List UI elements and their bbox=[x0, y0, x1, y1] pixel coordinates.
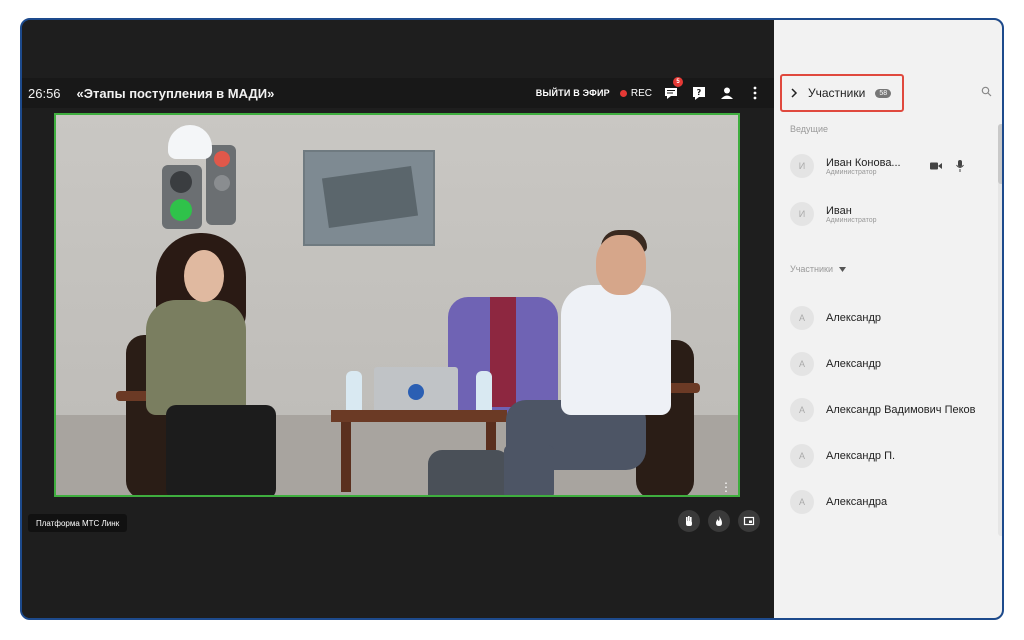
participant-item[interactable]: А Александр bbox=[790, 352, 990, 376]
more-vertical-icon[interactable] bbox=[746, 84, 764, 102]
host-name: Иван bbox=[826, 204, 852, 217]
chevron-right-icon[interactable] bbox=[790, 88, 798, 98]
scrollbar-thumb[interactable] bbox=[998, 124, 1002, 184]
participants-section-toggle[interactable]: Участники bbox=[790, 264, 846, 274]
speaker-video: ⋮ bbox=[54, 113, 740, 497]
table-leg-left bbox=[341, 422, 351, 492]
mannequin-suit bbox=[448, 285, 558, 417]
question-icon[interactable]: ? bbox=[690, 84, 708, 102]
host-role: Администратор bbox=[826, 216, 877, 224]
participant-item[interactable]: А Александр bbox=[790, 306, 990, 330]
video-more-icon[interactable]: ⋮ bbox=[720, 481, 732, 493]
avatar: А bbox=[790, 490, 814, 514]
guest-body bbox=[146, 300, 246, 415]
participants-count: 58 bbox=[875, 88, 892, 98]
chat-badge: 5 bbox=[673, 77, 683, 87]
avatar: А bbox=[790, 444, 814, 468]
search-icon[interactable] bbox=[981, 84, 992, 102]
rec-label: REC bbox=[630, 87, 652, 99]
raise-hand-icon[interactable] bbox=[678, 510, 700, 532]
host-role: Администратор bbox=[826, 168, 877, 176]
avatar: И bbox=[790, 202, 814, 226]
guest-legs bbox=[166, 405, 276, 495]
svg-text:?: ? bbox=[697, 88, 702, 97]
wall-painting bbox=[303, 150, 435, 246]
participant-item[interactable]: А Александр П. bbox=[790, 444, 990, 468]
participants-scrollbar[interactable] bbox=[998, 124, 1002, 536]
avatar: А bbox=[790, 306, 814, 330]
video-area: 26:56 «Этапы поступления в МАДИ» ВЫЙТИ В… bbox=[22, 20, 774, 618]
topbar-actions: ВЫЙТИ В ЭФИР REC 5 ? bbox=[536, 77, 764, 108]
participant-name: Александр bbox=[826, 358, 882, 370]
rec-dot-icon bbox=[619, 89, 627, 97]
avatar: И bbox=[790, 154, 814, 178]
host-item[interactable]: И Иван Администратор bbox=[790, 202, 990, 226]
host-media-icons bbox=[930, 160, 964, 172]
participants-header[interactable]: Участники 58 bbox=[780, 74, 904, 112]
participant-item[interactable]: А Александра bbox=[790, 490, 990, 514]
host-info: Иван Администратор bbox=[814, 205, 877, 224]
participant-name: Александра bbox=[826, 496, 888, 508]
participant-item[interactable]: А Александр Вадимович Пеков bbox=[790, 398, 990, 422]
rec-indicator[interactable]: REC bbox=[619, 87, 652, 99]
host-item[interactable]: И Иван Конова... Администратор bbox=[790, 154, 990, 178]
fire-icon[interactable] bbox=[708, 510, 730, 532]
platform-tag: Платформа МТС Линк bbox=[28, 514, 128, 532]
camera-icon[interactable] bbox=[930, 162, 942, 170]
app-window: 26:56 «Этапы поступления в МАДИ» ВЫЙТИ В… bbox=[20, 18, 1004, 620]
traffic-light-prop bbox=[156, 125, 236, 235]
hosts-section-label: Ведущие bbox=[790, 124, 828, 134]
table-top bbox=[331, 410, 507, 422]
host-name: Иван Конова... bbox=[826, 156, 901, 169]
timer: 26:56 bbox=[28, 85, 61, 101]
participants-title: Участники bbox=[808, 86, 866, 100]
backpack bbox=[428, 450, 510, 495]
person-icon[interactable] bbox=[718, 84, 736, 102]
participant-name: Александр П. bbox=[826, 450, 896, 462]
webinar-topbar: 26:56 «Этапы поступления в МАДИ» ВЫЙТИ В… bbox=[22, 77, 774, 108]
host-info: Иван Конова... Администратор bbox=[814, 157, 901, 176]
guest-face bbox=[184, 250, 224, 302]
chat-icon[interactable]: 5 bbox=[662, 77, 683, 102]
participants-panel: Участники 58 Ведущие И Иван Конова... Ад… bbox=[774, 20, 1002, 618]
avatar: А bbox=[790, 352, 814, 376]
reaction-controls bbox=[678, 510, 760, 532]
host-head bbox=[596, 235, 646, 295]
go-live-button[interactable]: ВЫЙТИ В ЭФИР bbox=[536, 88, 610, 98]
host-body bbox=[561, 285, 671, 415]
screen-icon[interactable] bbox=[738, 510, 760, 532]
participant-name: Александр bbox=[826, 312, 882, 324]
microphone-icon[interactable] bbox=[956, 160, 964, 172]
participant-name: Александр Вадимович Пеков bbox=[826, 404, 976, 416]
event-title: «Этапы поступления в МАДИ» bbox=[76, 85, 275, 101]
participants-section-label: Участники bbox=[790, 264, 833, 274]
caret-down-icon bbox=[839, 266, 846, 272]
avatar: А bbox=[790, 398, 814, 422]
host-lower-leg bbox=[504, 445, 554, 495]
